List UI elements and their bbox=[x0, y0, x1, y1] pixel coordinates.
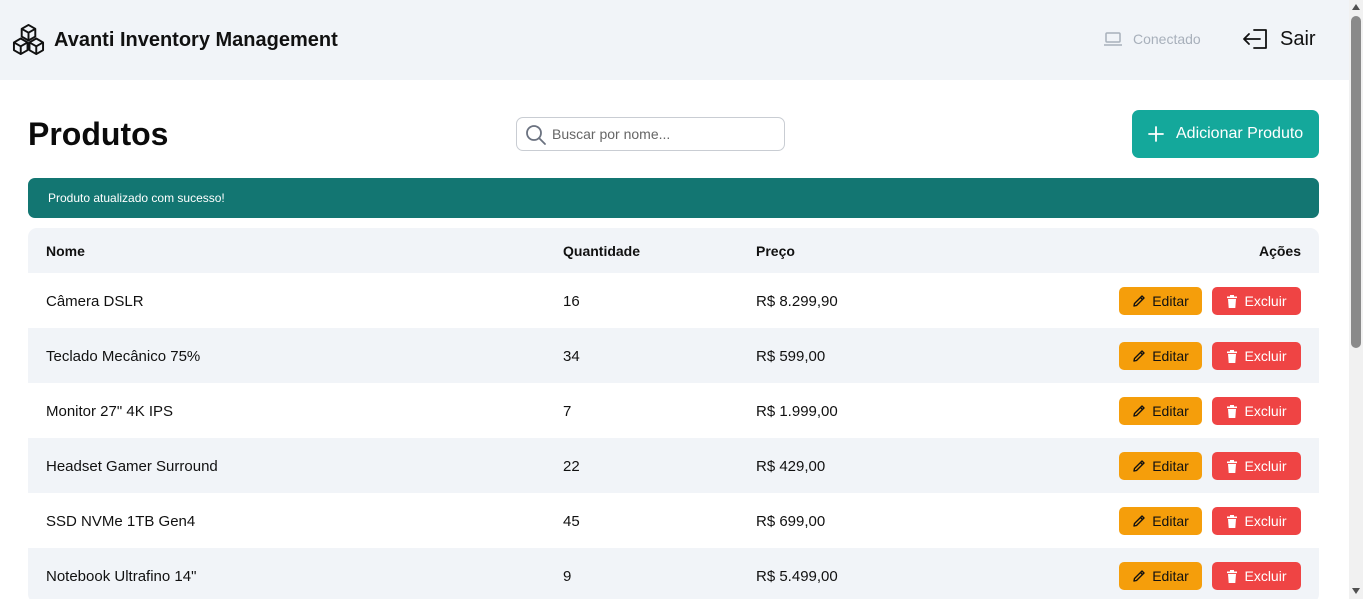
success-toast: Produto atualizado com sucesso! bbox=[28, 178, 1319, 218]
edit-button[interactable]: Editar bbox=[1119, 287, 1202, 315]
delete-label: Excluir bbox=[1244, 348, 1287, 364]
table-row: Notebook Ultrafino 14" 9 R$ 5.499,00 Edi… bbox=[28, 548, 1319, 599]
delete-button[interactable]: Excluir bbox=[1212, 507, 1301, 535]
logout-label: Sair bbox=[1280, 27, 1316, 50]
page-title: Produtos bbox=[28, 116, 169, 152]
status-label: Conectado bbox=[1133, 31, 1201, 47]
header-quantity: Quantidade bbox=[563, 243, 641, 259]
pencil-icon bbox=[1133, 460, 1145, 472]
edit-button[interactable]: Editar bbox=[1119, 452, 1202, 480]
connection-status: Conectado bbox=[1103, 31, 1201, 47]
cell-name: Headset Gamer Surround bbox=[46, 458, 218, 475]
trash-icon bbox=[1227, 459, 1238, 473]
table-row: SSD NVMe 1TB Gen4 45 R$ 699,00 Editar Ex… bbox=[28, 493, 1319, 548]
products-table: Nome Quantidade Preço Ações Câmera DSLR … bbox=[28, 228, 1319, 599]
cell-price: R$ 8.299,90 bbox=[756, 293, 838, 310]
row-actions: Editar Excluir bbox=[1119, 452, 1301, 480]
edit-label: Editar bbox=[1152, 348, 1189, 364]
row-actions: Editar Excluir bbox=[1119, 507, 1301, 535]
pencil-icon bbox=[1133, 295, 1145, 307]
delete-label: Excluir bbox=[1244, 458, 1287, 474]
edit-button[interactable]: Editar bbox=[1119, 507, 1202, 535]
logout-icon bbox=[1243, 29, 1267, 49]
table-row: Câmera DSLR 16 R$ 8.299,90 Editar Exclui… bbox=[28, 273, 1319, 328]
pencil-icon bbox=[1133, 405, 1145, 417]
scroll-up-arrow-icon[interactable] bbox=[1352, 4, 1360, 10]
edit-label: Editar bbox=[1152, 513, 1189, 529]
delete-button[interactable]: Excluir bbox=[1212, 342, 1301, 370]
row-actions: Editar Excluir bbox=[1119, 562, 1301, 590]
pencil-icon bbox=[1133, 570, 1145, 582]
top-bar: Avanti Inventory Management Conectado Sa… bbox=[0, 0, 1349, 80]
delete-label: Excluir bbox=[1244, 293, 1287, 309]
add-product-button[interactable]: Adicionar Produto bbox=[1132, 110, 1319, 158]
pencil-icon bbox=[1133, 515, 1145, 527]
cell-quantity: 22 bbox=[563, 458, 580, 475]
row-actions: Editar Excluir bbox=[1119, 287, 1301, 315]
edit-label: Editar bbox=[1152, 458, 1189, 474]
edit-button[interactable]: Editar bbox=[1119, 562, 1202, 590]
pencil-icon bbox=[1133, 350, 1145, 362]
cell-price: R$ 1.999,00 bbox=[756, 403, 838, 420]
delete-label: Excluir bbox=[1244, 568, 1287, 584]
table-row: Headset Gamer Surround 22 R$ 429,00 Edit… bbox=[28, 438, 1319, 493]
laptop-icon bbox=[1104, 32, 1122, 46]
header-name: Nome bbox=[46, 243, 85, 259]
cell-quantity: 16 bbox=[563, 293, 580, 310]
search-input[interactable] bbox=[552, 118, 780, 150]
add-product-label: Adicionar Produto bbox=[1176, 125, 1304, 142]
cell-price: R$ 599,00 bbox=[756, 348, 826, 365]
cubes-logo-icon bbox=[12, 23, 45, 56]
cell-name: Notebook Ultrafino 14" bbox=[46, 568, 197, 585]
cell-name: Teclado Mecânico 75% bbox=[46, 348, 201, 365]
table-row: Monitor 27" 4K IPS 7 R$ 1.999,00 Editar … bbox=[28, 383, 1319, 438]
cell-quantity: 7 bbox=[563, 403, 572, 420]
scroll-down-arrow-icon[interactable] bbox=[1352, 588, 1360, 594]
page-scrollbar[interactable] bbox=[1349, 0, 1363, 599]
cell-quantity: 45 bbox=[563, 513, 580, 530]
delete-label: Excluir bbox=[1244, 513, 1287, 529]
cell-price: R$ 699,00 bbox=[756, 513, 826, 530]
cell-quantity: 34 bbox=[563, 348, 580, 365]
delete-button[interactable]: Excluir bbox=[1212, 397, 1301, 425]
delete-button[interactable]: Excluir bbox=[1212, 287, 1301, 315]
cell-name: Câmera DSLR bbox=[46, 293, 144, 310]
cell-name: SSD NVMe 1TB Gen4 bbox=[46, 513, 196, 530]
logout-button[interactable]: Sair bbox=[1242, 27, 1316, 51]
delete-label: Excluir bbox=[1244, 403, 1287, 419]
row-actions: Editar Excluir bbox=[1119, 342, 1301, 370]
cell-name: Monitor 27" 4K IPS bbox=[46, 403, 174, 420]
search-icon bbox=[526, 125, 546, 145]
delete-button[interactable]: Excluir bbox=[1212, 562, 1301, 590]
trash-icon bbox=[1227, 349, 1238, 363]
header-actions: Ações bbox=[1258, 243, 1301, 259]
cell-price: R$ 5.499,00 bbox=[756, 568, 838, 585]
edit-button[interactable]: Editar bbox=[1119, 397, 1202, 425]
table-row: Teclado Mecânico 75% 34 R$ 599,00 Editar… bbox=[28, 328, 1319, 383]
header-price: Preço bbox=[756, 243, 795, 259]
edit-label: Editar bbox=[1152, 403, 1189, 419]
cell-price: R$ 429,00 bbox=[756, 458, 826, 475]
edit-label: Editar bbox=[1152, 568, 1189, 584]
edit-button[interactable]: Editar bbox=[1119, 342, 1202, 370]
trash-icon bbox=[1227, 514, 1238, 528]
trash-icon bbox=[1227, 569, 1238, 583]
trash-icon bbox=[1227, 404, 1238, 418]
cell-quantity: 9 bbox=[563, 568, 572, 585]
search-box[interactable] bbox=[516, 117, 785, 151]
delete-button[interactable]: Excluir bbox=[1212, 452, 1301, 480]
edit-label: Editar bbox=[1152, 293, 1189, 309]
table-header: Nome Quantidade Preço Ações bbox=[28, 228, 1319, 273]
trash-icon bbox=[1227, 294, 1238, 308]
scrollbar-thumb[interactable] bbox=[1351, 16, 1361, 348]
row-actions: Editar Excluir bbox=[1119, 397, 1301, 425]
brand-title: Avanti Inventory Management bbox=[54, 29, 338, 51]
plus-icon bbox=[1148, 126, 1164, 142]
